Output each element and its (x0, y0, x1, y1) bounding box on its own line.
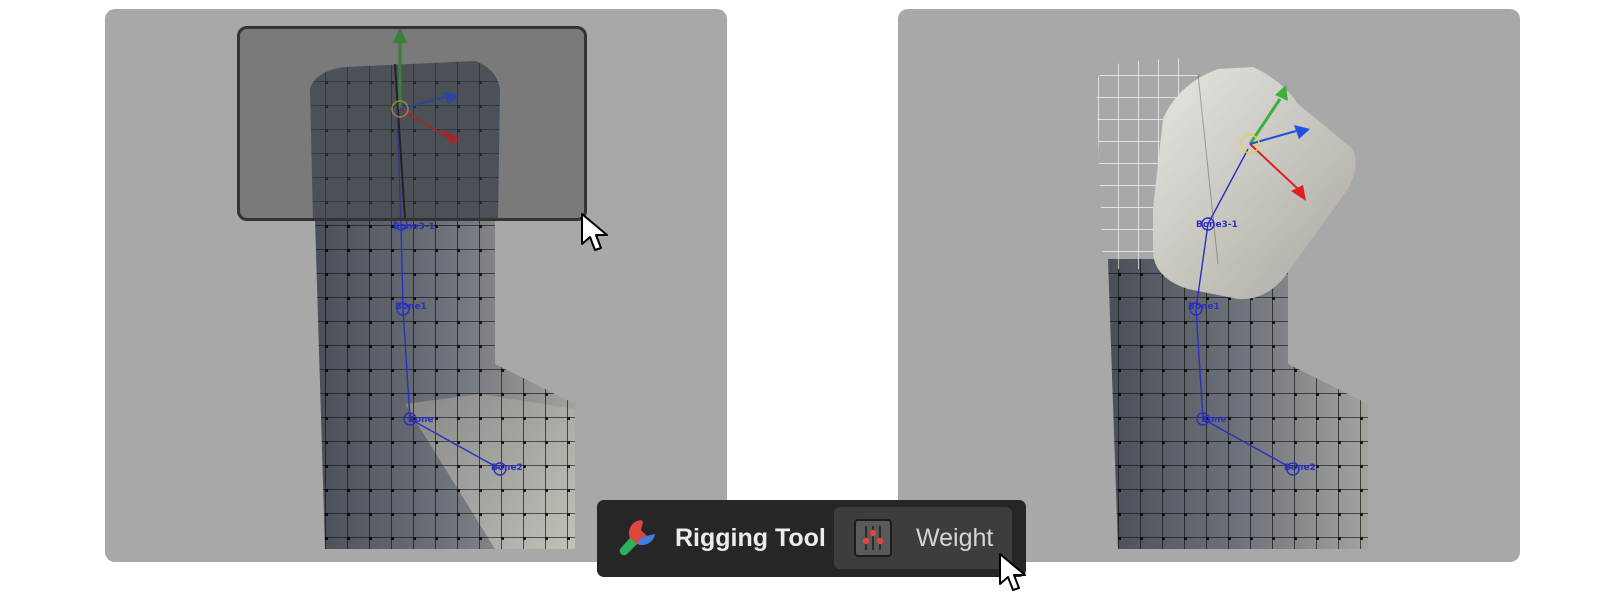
sliders-icon (854, 519, 892, 557)
bone-label: Bone (1201, 415, 1227, 425)
wrench-icon (619, 520, 655, 556)
bone-label: Bone2 (1284, 463, 1316, 473)
tool-name-label: Rigging Tool (675, 524, 826, 552)
viewport-left[interactable]: Bone3-1 Bone1 Bone Bone2 (105, 9, 727, 562)
mouse-cursor-icon (581, 213, 608, 251)
bone-label: Bone3-1 (1196, 220, 1238, 230)
viewport-right[interactable]: Bone3-1 Bone1 Bone Bone2 (898, 9, 1520, 562)
bone-label: Bone1 (1188, 302, 1220, 312)
box-selection-marquee (237, 26, 587, 221)
bone-label: Bone (408, 415, 434, 425)
bone-label: Bone2 (491, 463, 523, 473)
weight-button-label: Weight (916, 524, 994, 552)
weight-mode-button[interactable]: Weight (834, 507, 1012, 569)
right-mesh-scene: Bone3-1 Bone1 Bone Bone2 (1096, 57, 1368, 549)
mouse-cursor-icon (999, 553, 1026, 591)
bone-label: Bone3-1 (393, 222, 435, 232)
bone-label: Bone1 (395, 302, 427, 312)
rigging-toolbar: Rigging Tool Weight (597, 500, 1026, 577)
mesh-body-right (1096, 57, 1368, 549)
